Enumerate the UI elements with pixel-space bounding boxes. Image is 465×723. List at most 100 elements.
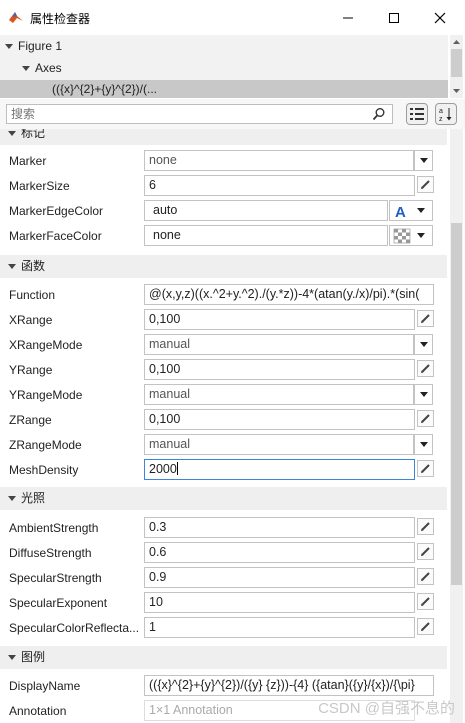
property-row-function: Function @(x,y,z)((x.^2+y.^2)./(y.*z))-4… <box>0 283 447 308</box>
displayname-field[interactable]: (({x}^{2}+{y}^{2})/({y} {z}))-{4} ({atan… <box>144 675 434 696</box>
ambientstrength-field[interactable]: 0.3 <box>144 517 415 538</box>
search-bar: a z <box>0 99 465 129</box>
edit-button[interactable] <box>417 360 434 377</box>
search-field[interactable] <box>6 104 393 124</box>
collapse-arrow-icon[interactable] <box>8 131 16 137</box>
maximize-icon <box>389 12 399 23</box>
svg-text:a: a <box>439 108 443 115</box>
markersize-field[interactable]: 6 <box>144 175 415 196</box>
xrangemode-dropdown-button[interactable] <box>414 334 433 355</box>
pencil-icon <box>421 622 430 631</box>
minimize-icon <box>343 17 353 18</box>
property-row-zrange: ZRange 0,100 <box>0 408 447 433</box>
section-header-function[interactable]: 函数 <box>0 255 447 278</box>
property-label: Annotation <box>9 704 67 718</box>
edit-button[interactable] <box>417 410 434 427</box>
meshdensity-field[interactable]: 2000 <box>144 459 415 480</box>
minimize-button[interactable] <box>325 0 371 35</box>
specularstrength-field[interactable]: 0.9 <box>144 567 415 588</box>
markeredgecolor-field[interactable]: auto <box>144 200 388 221</box>
property-row-markerfacecolor: MarkerFaceColor none <box>0 224 447 249</box>
marker-dropdown[interactable]: none <box>144 150 414 171</box>
property-row-marker: Marker none <box>0 149 447 174</box>
property-label: ZRangeMode <box>9 438 82 452</box>
scrollbar-thumb[interactable] <box>451 223 462 585</box>
group-view-button[interactable] <box>406 103 428 125</box>
close-button[interactable] <box>417 0 463 35</box>
search-input[interactable] <box>7 105 351 123</box>
tree-scrollbar[interactable] <box>450 35 463 98</box>
zrange-field[interactable]: 0,100 <box>144 409 415 430</box>
edit-button[interactable] <box>417 310 434 327</box>
section-title: 光照 <box>21 491 46 505</box>
list-view-icon <box>410 108 424 120</box>
section-header-legend[interactable]: 图例 <box>0 646 447 669</box>
specularexponent-field[interactable]: 10 <box>144 592 415 613</box>
diffusestrength-field[interactable]: 0.6 <box>144 542 415 563</box>
collapse-arrow-icon[interactable] <box>8 496 16 502</box>
yrangemode-dropdown[interactable]: manual <box>144 384 414 405</box>
property-label: YRange <box>9 363 53 377</box>
property-row-markeredgecolor: MarkerEdgeColor auto A <box>0 199 447 224</box>
chevron-down-icon <box>419 392 428 397</box>
chevron-down-icon <box>417 233 425 238</box>
tree-item-axes[interactable]: Axes <box>0 58 448 79</box>
expand-arrow-icon[interactable] <box>5 44 13 50</box>
edit-button[interactable] <box>417 593 434 610</box>
edit-button[interactable] <box>417 568 434 585</box>
matlab-logo-icon <box>9 12 23 23</box>
specularcolorreflectance-field[interactable]: 1 <box>144 617 415 638</box>
property-row-xrange: XRange 0,100 <box>0 308 447 333</box>
section-header-marker[interactable]: 标记 <box>0 129 447 145</box>
markerfacecolor-field[interactable]: none <box>144 225 388 246</box>
property-label: MarkerFaceColor <box>9 229 102 243</box>
edit-button[interactable] <box>417 543 434 560</box>
xrangemode-dropdown[interactable]: manual <box>144 334 414 355</box>
property-label: DiffuseStrength <box>9 546 92 560</box>
expand-arrow-icon[interactable] <box>22 66 30 72</box>
section-header-lighting[interactable]: 光照 <box>0 487 447 510</box>
search-icon[interactable] <box>372 107 386 121</box>
tree-item-figure[interactable]: Figure 1 <box>0 36 448 57</box>
edit-button[interactable] <box>417 518 434 535</box>
collapse-arrow-icon[interactable] <box>8 655 16 661</box>
property-label: MarkerSize <box>9 179 70 193</box>
transparent-checker-icon <box>393 228 411 243</box>
property-label: SpecularExponent <box>9 596 108 610</box>
zrangemode-dropdown[interactable]: manual <box>144 434 414 455</box>
text-cursor <box>176 462 178 475</box>
pencil-icon <box>421 522 430 531</box>
pencil-icon <box>421 364 430 373</box>
tree-item-label: Axes <box>35 61 62 75</box>
color-picker-button[interactable] <box>389 225 433 246</box>
font-color-a-icon: A <box>395 204 406 219</box>
property-label: AmbientStrength <box>9 521 99 535</box>
zrangemode-dropdown-button[interactable] <box>414 434 433 455</box>
color-picker-button[interactable]: A <box>389 200 433 221</box>
property-row-yrangemode: YRangeMode manual <box>0 383 447 408</box>
marker-dropdown-button[interactable] <box>414 150 433 171</box>
property-list-scrollbar[interactable] <box>450 129 463 723</box>
meshdensity-value: 2000 <box>149 462 177 476</box>
property-row-xrangemode: XRangeMode manual <box>0 333 447 358</box>
edit-button[interactable] <box>417 618 434 635</box>
collapse-arrow-icon[interactable] <box>8 264 16 270</box>
property-label: DisplayName <box>9 679 81 693</box>
property-row-yrange: YRange 0,100 <box>0 358 447 383</box>
xrange-field[interactable]: 0,100 <box>144 309 415 330</box>
chevron-down-icon <box>419 342 428 347</box>
property-label: MeshDensity <box>9 463 79 477</box>
sort-az-icon: a z <box>439 108 452 122</box>
property-row-specularcolorreflectance: SpecularColorReflecta... 1 <box>0 616 447 641</box>
edit-button[interactable] <box>417 176 434 193</box>
tree-item-function-surface[interactable]: (({x}^{2}+{y}^{2})/(... <box>0 80 448 98</box>
maximize-button[interactable] <box>371 0 417 35</box>
property-row-meshdensity: MeshDensity 2000 <box>0 458 447 483</box>
pencil-icon <box>421 464 430 473</box>
sort-alphabetical-button[interactable]: a z <box>435 103 457 125</box>
property-label: YRangeMode <box>9 388 83 402</box>
edit-button[interactable] <box>417 460 434 477</box>
yrange-field[interactable]: 0,100 <box>144 359 415 380</box>
yrangemode-dropdown-button[interactable] <box>414 384 433 405</box>
function-field[interactable]: @(x,y,z)((x.^2+y.^2)./(y.*z))-4*(atan(y.… <box>144 284 434 305</box>
